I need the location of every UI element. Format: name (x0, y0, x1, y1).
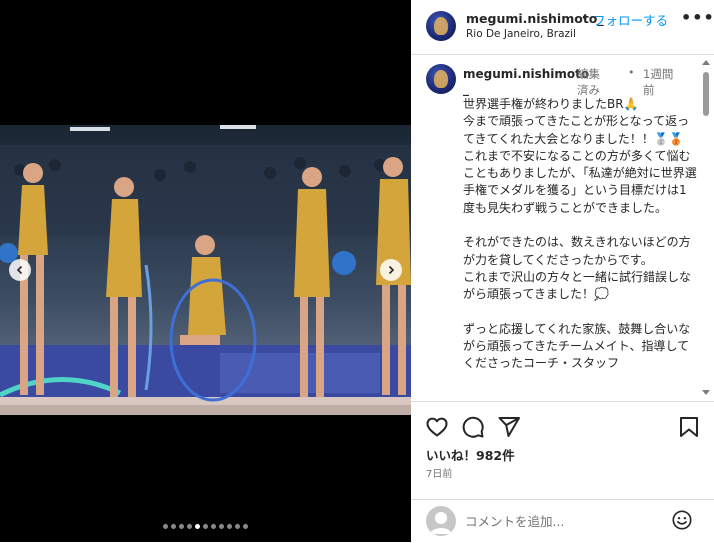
carousel-dot (163, 524, 168, 529)
likes-count[interactable]: いいね！982件 (426, 445, 515, 464)
comment-input[interactable] (465, 511, 655, 531)
carousel-dot (243, 524, 248, 529)
caption-avatar[interactable] (426, 64, 456, 94)
user-silhouette-icon (430, 512, 452, 534)
posted-date[interactable]: 7日前 (426, 465, 452, 480)
caption-username[interactable]: megumi.nishimoto (463, 67, 589, 81)
carousel-dot (235, 524, 240, 529)
carousel-dot (227, 524, 232, 529)
follow-button[interactable]: フォローする (593, 10, 668, 29)
bookmark-icon[interactable] (677, 415, 701, 439)
carousel-prev-button[interactable] (9, 259, 31, 281)
avatar[interactable] (426, 11, 456, 41)
comment-bar (411, 499, 714, 543)
separator-dot: • (628, 66, 635, 79)
comment-icon[interactable] (461, 415, 485, 439)
carousel-dot-active (195, 524, 200, 529)
chevron-right-icon (388, 265, 395, 275)
carousel-dot (187, 524, 192, 529)
carousel-indicator (0, 524, 411, 529)
edited-label: 編集済み (577, 67, 600, 97)
action-bar: いいね！982件 7日前 (411, 401, 714, 500)
caption-section: megumi.nishimoto _ 編集済み • 1週間前 世界選手権が終わり… (411, 55, 714, 400)
separator-dot: • (581, 11, 589, 25)
carousel-dot (203, 524, 208, 529)
post-panel: megumi.nishimoto_ • フォローする ••• Rio De Ja… (411, 0, 714, 542)
scrollbar-thumb[interactable] (703, 72, 709, 116)
carousel-dot (211, 524, 216, 529)
media-viewer (0, 0, 411, 542)
emoji-icon[interactable] (671, 509, 693, 531)
gymnasts-photo-illustration (0, 125, 411, 415)
current-user-avatar (426, 506, 456, 536)
more-options-button[interactable]: ••• (681, 8, 714, 27)
scroll-down-arrow-icon[interactable] (702, 390, 710, 395)
caption-timestamp[interactable]: 1週間前 (643, 66, 677, 98)
carousel-next-button[interactable] (380, 259, 402, 281)
share-icon[interactable] (497, 415, 521, 439)
caption-username-suffix[interactable]: _ (463, 82, 469, 96)
post-header: megumi.nishimoto_ • フォローする ••• Rio De Ja… (411, 0, 714, 55)
scroll-up-arrow-icon[interactable] (702, 60, 710, 65)
caption-scrollbar[interactable] (702, 60, 710, 395)
chevron-left-icon (16, 265, 23, 275)
heart-icon[interactable] (425, 415, 449, 439)
caption-text: 世界選手権が終わりましたBR🙏 今まで頑張ってきたことが形となって返ってきてくれ… (463, 97, 697, 371)
post-photo (0, 125, 411, 415)
carousel-dot (171, 524, 176, 529)
carousel-dot (219, 524, 224, 529)
carousel-dot (179, 524, 184, 529)
location-link[interactable]: Rio De Janeiro, Brazil (466, 28, 576, 40)
